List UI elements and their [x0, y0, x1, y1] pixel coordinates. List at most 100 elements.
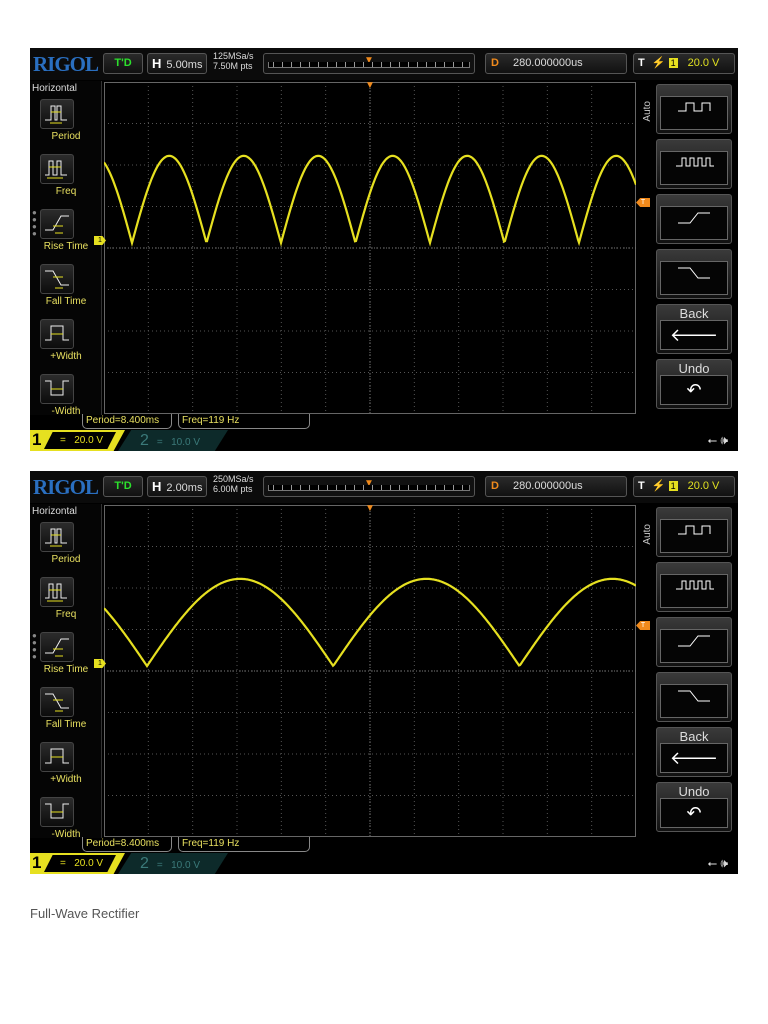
channel-2-button[interactable]: 2 = 10.0 V: [118, 853, 228, 874]
trigger-label: T: [638, 57, 645, 69]
sound-icon: 🕪: [720, 856, 728, 870]
measure-menu: Horizontal ● ● ● ● Period Freq Rise Time Fa…: [30, 81, 102, 417]
period-measurement[interactable]: Period=8.400ms: [82, 837, 172, 852]
measure-rise-time-button[interactable]: [40, 632, 74, 662]
measure-label: Period: [51, 131, 81, 142]
run-state-button[interactable]: T'D: [103, 53, 143, 74]
timebase-display[interactable]: H 5.00ms: [147, 53, 207, 74]
measure-label: Freq: [55, 186, 77, 197]
oscilloscope-screen-5ms: RIGOL T'D H 5.00ms 125MSa/s 7.50M pts ▼ D 2…: [30, 48, 738, 451]
trigger-type-menu: Auto Back 🡐 Undo ↶: [638, 504, 738, 838]
oscilloscope-screen-2ms: RIGOL T'D H 2.00ms 250MSa/s 6.00M pts ▼ D 2…: [30, 471, 738, 874]
delay-display[interactable]: D 280.000000us: [485, 476, 627, 497]
channel-2-button[interactable]: 2 = 10.0 V: [118, 430, 228, 451]
ch2-coupling: =: [156, 437, 163, 448]
timebase-value: 5.00ms: [166, 59, 203, 71]
back-arrow-icon: 🡐: [660, 743, 728, 773]
memory-waveform-icon: [268, 485, 470, 491]
falling-edge-icon: [660, 684, 728, 718]
measure-frequency-button[interactable]: [40, 154, 74, 184]
sample-rate: 125MSa/s: [213, 51, 254, 61]
measure-period-button[interactable]: [40, 522, 74, 552]
ch1-scale: 20.0 V: [74, 858, 104, 869]
undo-button[interactable]: Undo ↶: [656, 782, 732, 832]
timebase-display[interactable]: H 2.00ms: [147, 476, 207, 497]
pulse-train-button[interactable]: [656, 139, 732, 189]
rise-time-icon: [45, 215, 69, 234]
rigol-logo: RIGOL: [33, 475, 99, 499]
ch2-scale: 10.0 V: [171, 860, 201, 871]
memory-overview[interactable]: ▼: [263, 476, 475, 497]
memory-overview[interactable]: ▼: [263, 53, 475, 74]
measure-label: Period: [51, 554, 81, 565]
negative-width-icon: [45, 380, 69, 396]
pulse-single-button[interactable]: [656, 507, 732, 557]
trigger-display[interactable]: T ⚡ 1 20.0 V: [633, 476, 735, 497]
sample-rate: 250MSa/s: [213, 474, 254, 484]
ch1-scale: 20.0 V: [74, 435, 104, 446]
period-measurement[interactable]: Period=8.400ms: [82, 414, 172, 429]
undo-button[interactable]: Undo ↶: [656, 359, 732, 409]
measure-label: Fall Time: [45, 296, 87, 307]
delay-label: D: [491, 480, 499, 492]
run-state-button[interactable]: T'D: [103, 476, 143, 497]
frequency-measurement[interactable]: Freq=119 Hz: [178, 414, 310, 429]
pulse-train-button[interactable]: [656, 562, 732, 612]
usb-icon: ⭠: [707, 856, 718, 870]
horizontal-label: H: [152, 479, 162, 494]
channel-1-button[interactable]: 1 = 20.0 V: [30, 430, 125, 451]
trigger-type-menu: Auto Back 🡐 Undo ↶: [638, 81, 738, 415]
ch2-scale: 10.0 V: [171, 437, 201, 448]
fall-time-icon: [45, 693, 69, 712]
pulse-single-icon: [660, 519, 728, 553]
pulse-single-button[interactable]: [656, 84, 732, 134]
sound-icon: 🕪: [720, 433, 728, 447]
rising-edge-button[interactable]: [656, 617, 732, 667]
timebase-value: 2.00ms: [166, 482, 203, 494]
ch2-coupling: =: [156, 860, 163, 871]
measure-period-button[interactable]: [40, 99, 74, 129]
acquisition-info: 125MSa/s 7.50M pts: [213, 51, 254, 71]
frequency-measurement[interactable]: Freq=119 Hz: [178, 837, 310, 852]
waveform-display: [104, 505, 636, 837]
measure-category: Horizontal: [32, 83, 78, 94]
measure-fall-time-button[interactable]: [40, 687, 74, 717]
rising-edge-icon: ⚡: [651, 480, 666, 492]
channel-1-button[interactable]: 1 = 20.0 V: [30, 853, 125, 874]
scroll-indicator[interactable]: ● ● ● ●: [32, 209, 37, 238]
channel-bar: 1 = 20.0 V 2 = 10.0 V ⭠ 🕪: [30, 430, 738, 451]
frequency-icon: [45, 160, 67, 179]
scroll-indicator[interactable]: ● ● ● ●: [32, 632, 37, 661]
measure-fall-time-button[interactable]: [40, 264, 74, 294]
delay-display[interactable]: D 280.000000us: [485, 53, 627, 74]
back-button[interactable]: Back 🡐: [656, 727, 732, 777]
trigger-time-marker-icon: ▼: [365, 503, 375, 514]
back-label: Back: [679, 729, 709, 744]
ch1-coupling: =: [60, 435, 66, 446]
measure-category: Horizontal: [32, 506, 78, 517]
positive-width-icon: [45, 748, 69, 764]
ch1-number: 1: [32, 430, 42, 449]
negative-width-icon: [45, 803, 69, 819]
memory-depth: 7.50M pts: [213, 61, 253, 71]
trigger-mode: Auto: [642, 101, 653, 122]
measure-negative-width-button[interactable]: [40, 374, 74, 404]
waveform-display: [104, 82, 636, 414]
falling-edge-button[interactable]: [656, 249, 732, 299]
rising-edge-icon: ⚡: [651, 57, 666, 69]
falling-edge-button[interactable]: [656, 672, 732, 722]
measure-rise-time-button[interactable]: [40, 209, 74, 239]
measure-positive-width-button[interactable]: [40, 742, 74, 772]
trigger-display[interactable]: T ⚡ 1 20.0 V: [633, 53, 735, 74]
measure-positive-width-button[interactable]: [40, 319, 74, 349]
memory-depth: 6.00M pts: [213, 484, 253, 494]
measure-frequency-button[interactable]: [40, 577, 74, 607]
back-button[interactable]: Back 🡐: [656, 304, 732, 354]
undo-icon: ↶: [660, 375, 728, 405]
memory-waveform-icon: [268, 62, 470, 68]
rising-edge-button[interactable]: [656, 194, 732, 244]
measure-label: +Width: [50, 774, 82, 785]
measure-negative-width-button[interactable]: [40, 797, 74, 827]
measure-label: Freq: [55, 609, 77, 620]
measure-label: +Width: [50, 351, 82, 362]
